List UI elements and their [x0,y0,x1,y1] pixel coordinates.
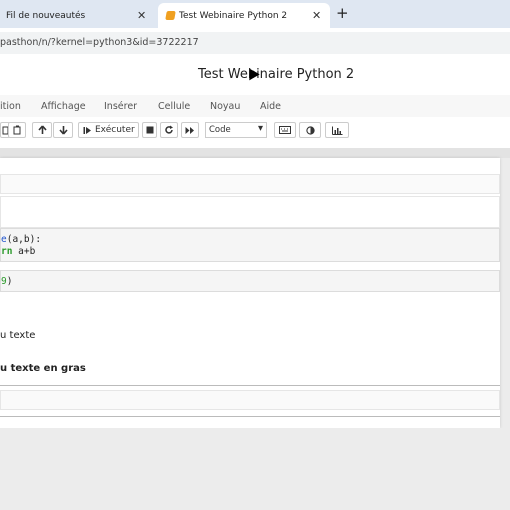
close-icon[interactable]: ✕ [312,9,321,22]
contrast-icon[interactable] [299,122,321,138]
page-title[interactable]: Test Webinaire Python 2 [198,67,354,82]
notebook-toolbar: Exécuter Code ▾ [0,119,510,145]
run-button[interactable]: Exécuter [78,122,139,138]
empty-cell[interactable] [0,390,500,410]
tab-label: Fil de nouveautés [6,10,86,21]
code-token-args: (a,b): [6,234,42,245]
paste-icon[interactable] [8,122,26,138]
notebook-body: e(a,b): rn a+b 9) u texte u texte en gra… [0,158,500,428]
code-cell[interactable]: 9) [0,270,500,292]
code-line: 9) [1,276,12,287]
arrow-down-icon[interactable] [53,122,73,138]
menu-kernel[interactable]: Noyau [210,101,240,112]
stop-icon[interactable] [142,122,157,138]
keyboard-icon[interactable] [274,122,296,138]
tab-notebook[interactable]: Test Webinaire Python 2 ✕ [158,3,330,28]
code-line: rn a+b [1,246,35,257]
menu-edit[interactable]: ition [0,101,21,112]
menu-view[interactable]: Affichage [41,101,86,112]
cell-type-select[interactable]: Code ▾ [205,122,267,138]
cell-type-value: Code [209,125,231,135]
arrow-up-icon[interactable] [32,122,52,138]
code-token-expression: a+b [12,246,36,257]
code-token-paren: ) [6,276,13,287]
plus-icon[interactable]: + [336,4,349,22]
code-cell[interactable]: e(a,b): rn a+b [0,228,500,262]
run-button-label: Exécuter [95,125,135,135]
tab-label: Test Webinaire Python 2 [179,10,288,21]
url-text: pasthon/n/?kernel=python3&id=3722217 [0,37,199,48]
empty-cell[interactable] [0,174,500,194]
page-background [0,428,510,510]
cell-divider [0,416,500,417]
chevron-down-icon: ▾ [257,123,263,134]
tab-news-feed[interactable]: Fil de nouveautés ✕ [0,3,155,28]
cell-divider [0,385,500,386]
menu-bar: ition Affichage Insérer Cellule Noyau Ai… [0,95,510,117]
menu-insert[interactable]: Insérer [104,101,137,112]
menu-cell[interactable]: Cellule [158,101,190,112]
skip-next-icon [83,126,91,134]
markdown-bold-text: u texte en gras [0,363,86,374]
markdown-text: u texte [0,330,36,341]
restart-icon[interactable] [160,122,178,138]
notebook-favicon-icon [165,11,176,20]
code-line: e(a,b): [1,234,41,245]
header-separator [0,148,510,158]
chart-icon[interactable] [325,122,349,138]
browser-tab-bar: Fil de nouveautés ✕ Test Webinaire Pytho… [0,0,510,28]
code-token-keyword: rn [1,246,13,257]
fast-forward-icon[interactable] [181,122,199,138]
close-icon[interactable]: ✕ [137,9,146,22]
empty-cell[interactable] [0,196,500,228]
menu-help[interactable]: Aide [260,101,281,112]
url-field[interactable]: pasthon/n/?kernel=python3&id=3722217 [0,32,510,54]
address-bar: pasthon/n/?kernel=python3&id=3722217 [0,28,510,60]
